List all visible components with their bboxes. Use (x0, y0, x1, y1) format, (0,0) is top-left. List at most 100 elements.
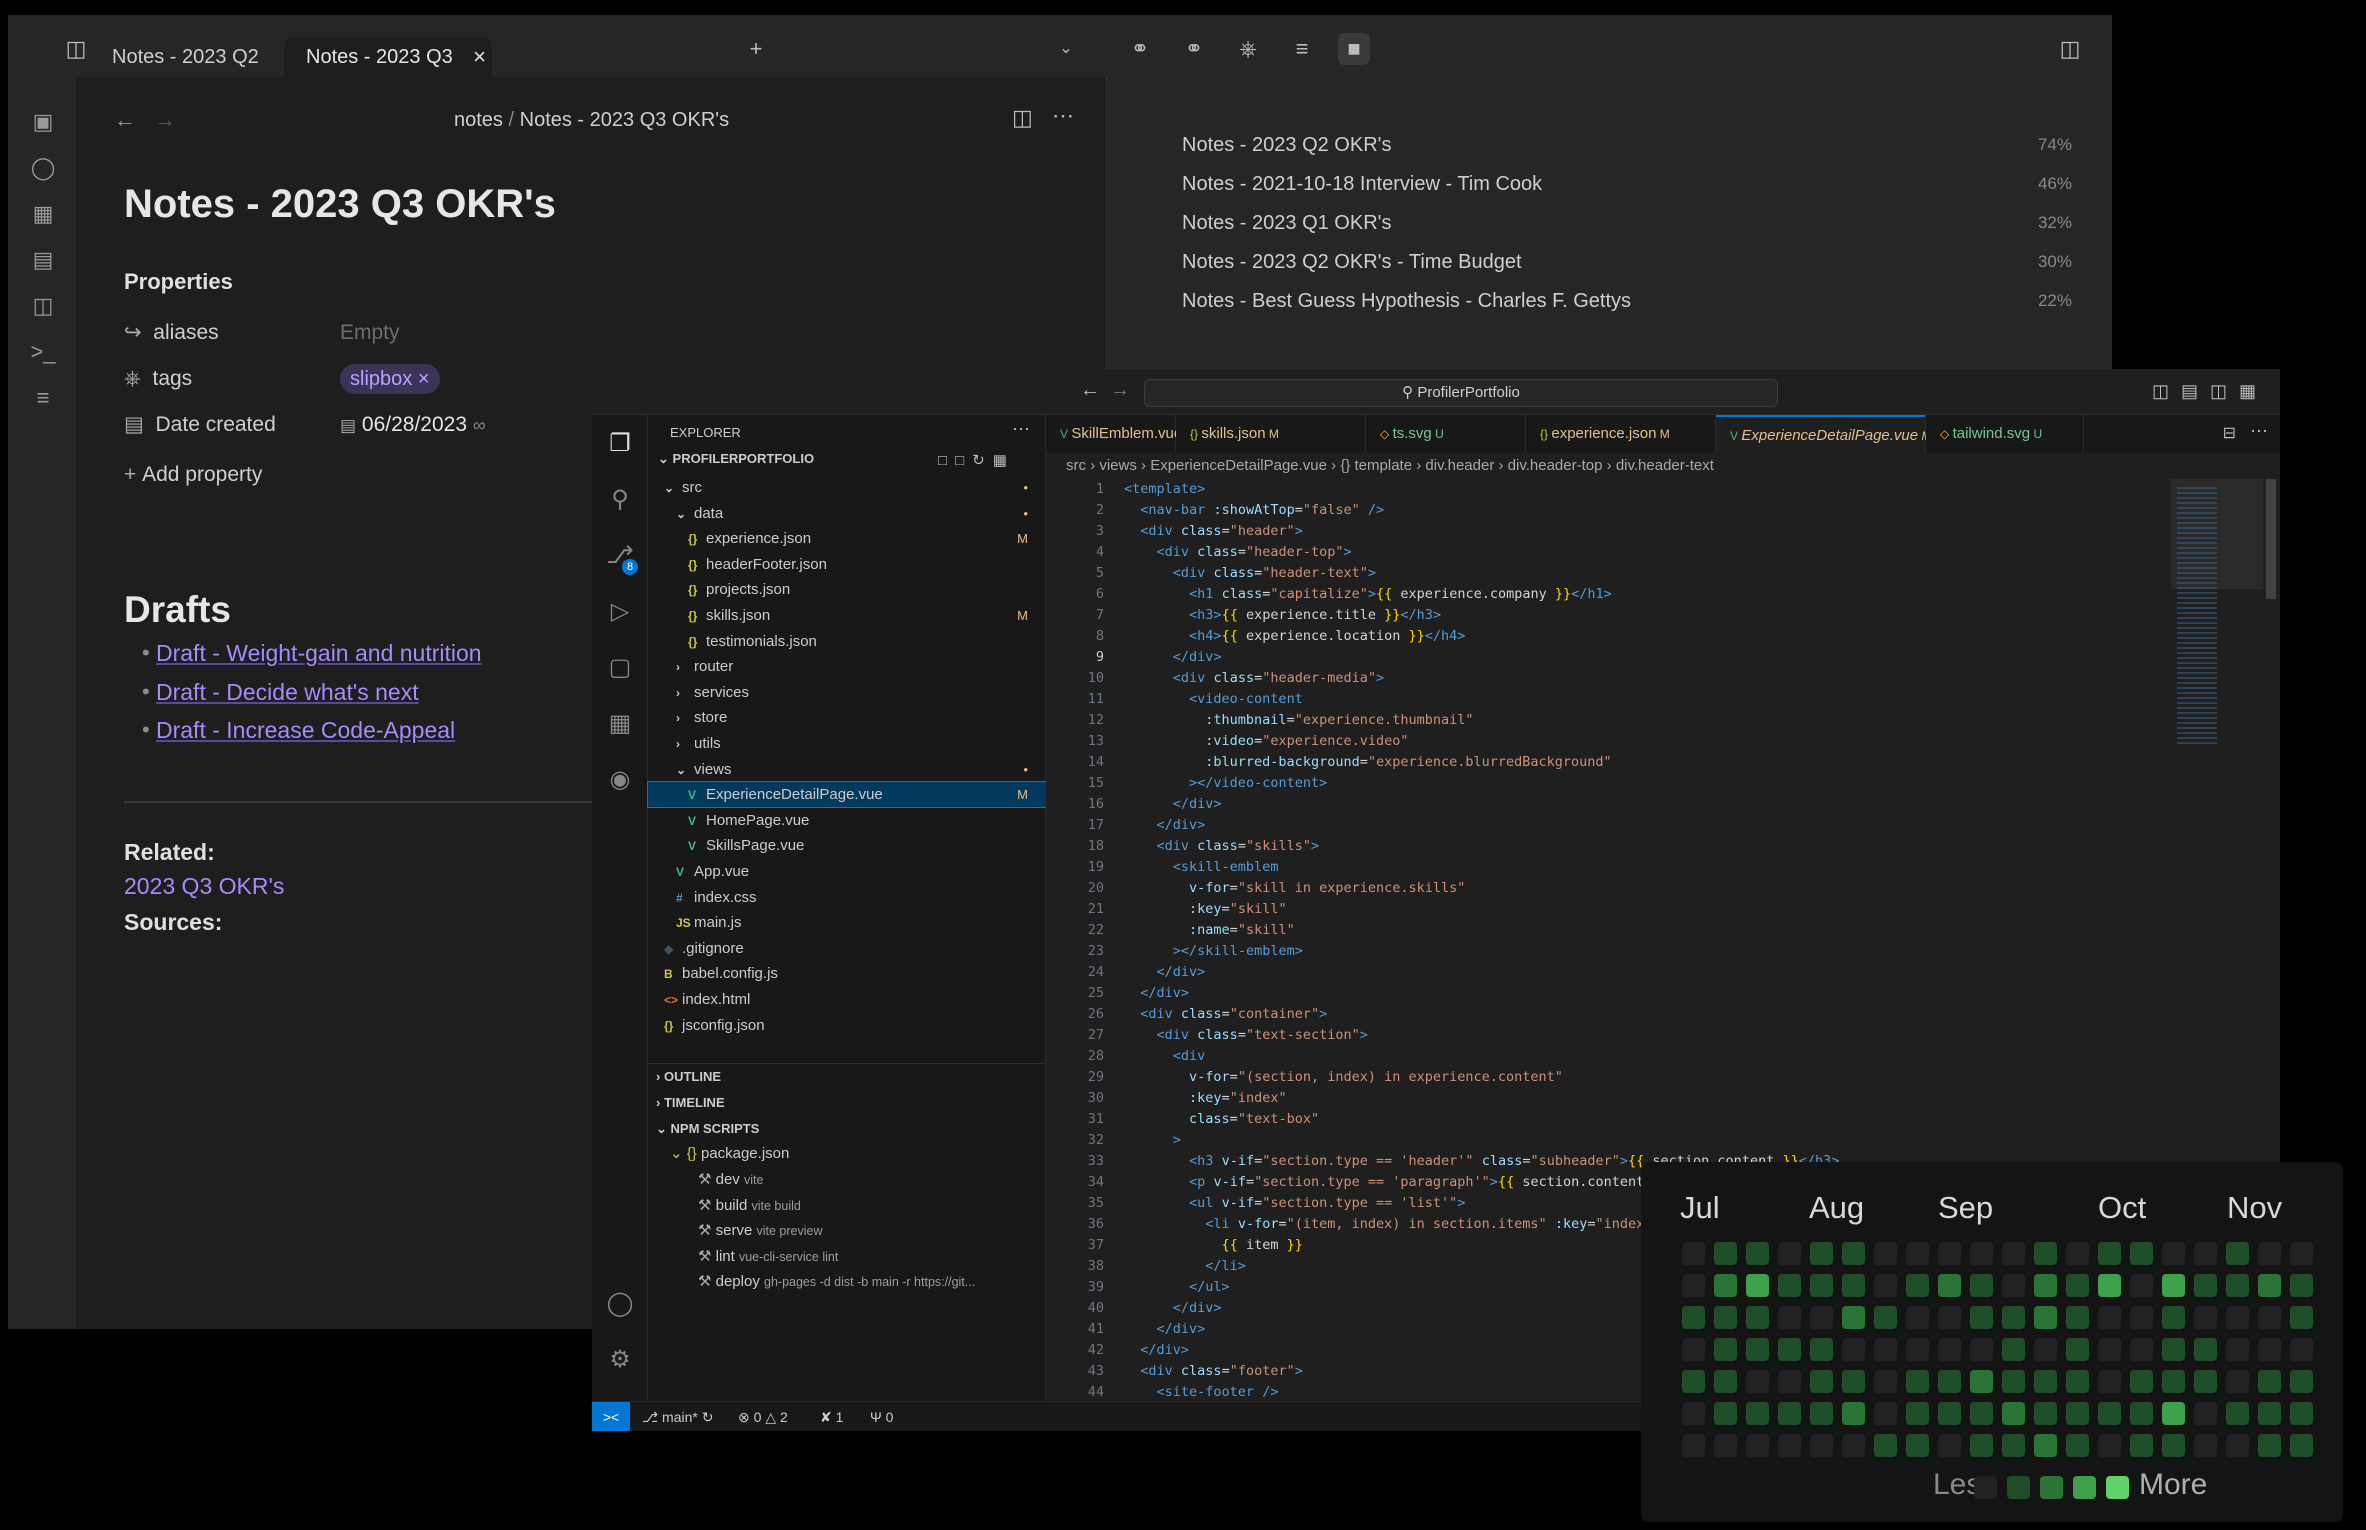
explorer-icon[interactable]: ❐ (605, 429, 635, 459)
heatmap-cell[interactable] (2098, 1434, 2121, 1457)
heatmap-cell[interactable] (1874, 1306, 1897, 1329)
heatmap-cell[interactable] (1810, 1242, 1833, 1265)
heatmap-cell[interactable] (2002, 1402, 2025, 1425)
heatmap-cell[interactable] (1714, 1370, 1737, 1393)
tree-item-folder-open[interactable]: ⌄ views • (648, 757, 1046, 782)
heatmap-cell[interactable] (1970, 1434, 1993, 1457)
heatmap-cell[interactable] (2226, 1370, 2249, 1393)
heatmap-cell[interactable] (2290, 1338, 2313, 1361)
similar-note-item[interactable]: Notes - Best Guess Hypothesis - Charles … (1182, 286, 2072, 316)
tree-item-json[interactable]: {} headerFooter.json (648, 552, 1046, 577)
settings-gear-icon[interactable]: ⚙ (605, 1345, 635, 1375)
heatmap-cell[interactable] (1874, 1242, 1897, 1265)
graph-icon[interactable]: ◯ (30, 155, 56, 181)
project-root[interactable]: ⌄ PROFILERPORTFOLIO (658, 451, 814, 467)
remove-tag-icon[interactable]: × (418, 368, 430, 390)
heatmap-cell[interactable] (2002, 1306, 2025, 1329)
heatmap-cell[interactable] (1842, 1306, 1865, 1329)
editor-tab[interactable]: V SkillEmblem.vue 2 (1046, 415, 1192, 453)
heatmap-cell[interactable] (2194, 1338, 2217, 1361)
heatmap-cell[interactable] (1938, 1306, 1961, 1329)
heatmap-cell[interactable] (1970, 1274, 1993, 1297)
heatmap-cell[interactable] (2194, 1370, 2217, 1393)
heatmap-cell[interactable] (1746, 1434, 1769, 1457)
tab-q3-okrs[interactable]: Notes - 2023 Q3 OKR's× (284, 37, 492, 108)
breadcrumb-folder[interactable]: notes (454, 109, 503, 131)
package-json-item[interactable]: ⌄ {} package.json (670, 1141, 789, 1166)
reading-view-icon[interactable]: ◫ (1012, 105, 1033, 131)
date-field[interactable]: ▤ 06/28/2023 ∞ (340, 407, 486, 443)
heatmap-cell[interactable] (2034, 1306, 2057, 1329)
tree-item-git[interactable]: ◆ .gitignore (648, 936, 1046, 961)
breadcrumb-item[interactable]: src (1066, 457, 1086, 474)
heatmap-cell[interactable] (1938, 1402, 1961, 1425)
heatmap-cell[interactable] (1842, 1274, 1865, 1297)
heatmap-cell[interactable] (1682, 1338, 1705, 1361)
heatmap-cell[interactable] (1778, 1434, 1801, 1457)
npm-script-item[interactable]: ⚒ build vite build (698, 1193, 801, 1218)
editor-tab[interactable]: ◇ tailwind.svg U (1926, 415, 2084, 453)
heatmap-cell[interactable] (1906, 1434, 1929, 1457)
heatmap-cell[interactable] (2194, 1434, 2217, 1457)
npm-scripts-section[interactable]: ⌄ NPM SCRIPTS (656, 1116, 759, 1141)
heatmap-cell[interactable] (2066, 1370, 2089, 1393)
heatmap-cell[interactable] (1842, 1370, 1865, 1393)
heatmap-cell[interactable] (2130, 1274, 2153, 1297)
heatmap-cell[interactable] (2258, 1242, 2281, 1265)
scrollbar[interactable] (2266, 479, 2276, 599)
heatmap-cell[interactable] (2194, 1306, 2217, 1329)
remote-indicator-icon[interactable]: >< (592, 1402, 630, 1431)
open-note-icon[interactable]: ▣ (30, 109, 56, 135)
heatmap-cell[interactable] (2098, 1338, 2121, 1361)
heatmap-cell[interactable] (2034, 1370, 2057, 1393)
heatmap-cell[interactable] (2226, 1242, 2249, 1265)
npm-script-item[interactable]: ⚒ lint vue-cli-service lint (698, 1244, 838, 1269)
search-icon[interactable]: ⚲ (605, 485, 635, 515)
heatmap-cell[interactable] (2130, 1306, 2153, 1329)
link-in-icon[interactable]: ⚭ (1178, 33, 1210, 65)
heatmap-cell[interactable] (1938, 1242, 1961, 1265)
layout-controls[interactable]: ◫▤◫▦ (2152, 381, 2268, 402)
tree-item-vue[interactable]: V ExperienceDetailPage.vue M (647, 781, 1047, 809)
sidebar-toggle-icon[interactable]: ◫ (60, 33, 92, 65)
heatmap-cell[interactable] (2258, 1338, 2281, 1361)
property-aliases[interactable]: ↪ aliases (124, 315, 219, 351)
heatmap-cell[interactable] (1810, 1338, 1833, 1361)
tree-item-babel[interactable]: Bbabel.config.js (648, 961, 1046, 986)
heatmap-cell[interactable] (1906, 1338, 1929, 1361)
heatmap-cell[interactable] (1714, 1242, 1737, 1265)
command-center-search[interactable]: ⚲ ProfilerPortfolio (1144, 379, 1778, 407)
close-icon[interactable]: × (473, 37, 486, 77)
heatmap-cell[interactable] (1714, 1402, 1737, 1425)
heatmap-cell[interactable] (2194, 1274, 2217, 1297)
heatmap-cell[interactable] (2258, 1370, 2281, 1393)
more-actions-icon[interactable]: ⋯ (2250, 421, 2268, 442)
split-editor-icon[interactable]: ⊟ (2223, 423, 2236, 443)
heatmap-cell[interactable] (2034, 1434, 2057, 1457)
heatmap-cell[interactable] (1746, 1242, 1769, 1265)
branch-indicator[interactable]: ⎇ main* ↻ (642, 1402, 713, 1431)
outline-icon[interactable]: ≡ (1286, 33, 1318, 65)
npm-script-item[interactable]: ⚒ deploy gh-pages -d dist -b main -r htt… (698, 1269, 975, 1294)
heatmap-cell[interactable] (2258, 1306, 2281, 1329)
right-sidebar-toggle-icon[interactable]: ◫ (2054, 33, 2086, 65)
heatmap-cell[interactable] (1970, 1402, 1993, 1425)
heatmap-cell[interactable] (2066, 1242, 2089, 1265)
tree-item-folder[interactable]: › services (648, 680, 1046, 705)
toggle-secondary-icon[interactable]: ◫ (2210, 381, 2239, 401)
editor-tab[interactable]: {} skills.json M (1176, 415, 1366, 453)
collapse-icon[interactable]: ▦ (993, 452, 1015, 469)
heatmap-cell[interactable] (1970, 1370, 1993, 1393)
property-tags[interactable]: ⎈ tags (124, 361, 192, 397)
heatmap-cell[interactable] (2162, 1402, 2185, 1425)
breadcrumb-item[interactable]: div.header (1425, 457, 1494, 474)
tags-panel-icon[interactable]: ⎈ (1232, 33, 1264, 65)
heatmap-cell[interactable] (1874, 1402, 1897, 1425)
tree-item-folder[interactable]: › utils (648, 731, 1046, 756)
heatmap-cell[interactable] (1970, 1306, 1993, 1329)
tree-item-json[interactable]: {} projects.json (648, 577, 1046, 602)
heatmap-cell[interactable] (2098, 1402, 2121, 1425)
heatmap-cell[interactable] (1714, 1338, 1737, 1361)
heatmap-cell[interactable] (2290, 1242, 2313, 1265)
heatmap-cell[interactable] (2098, 1242, 2121, 1265)
